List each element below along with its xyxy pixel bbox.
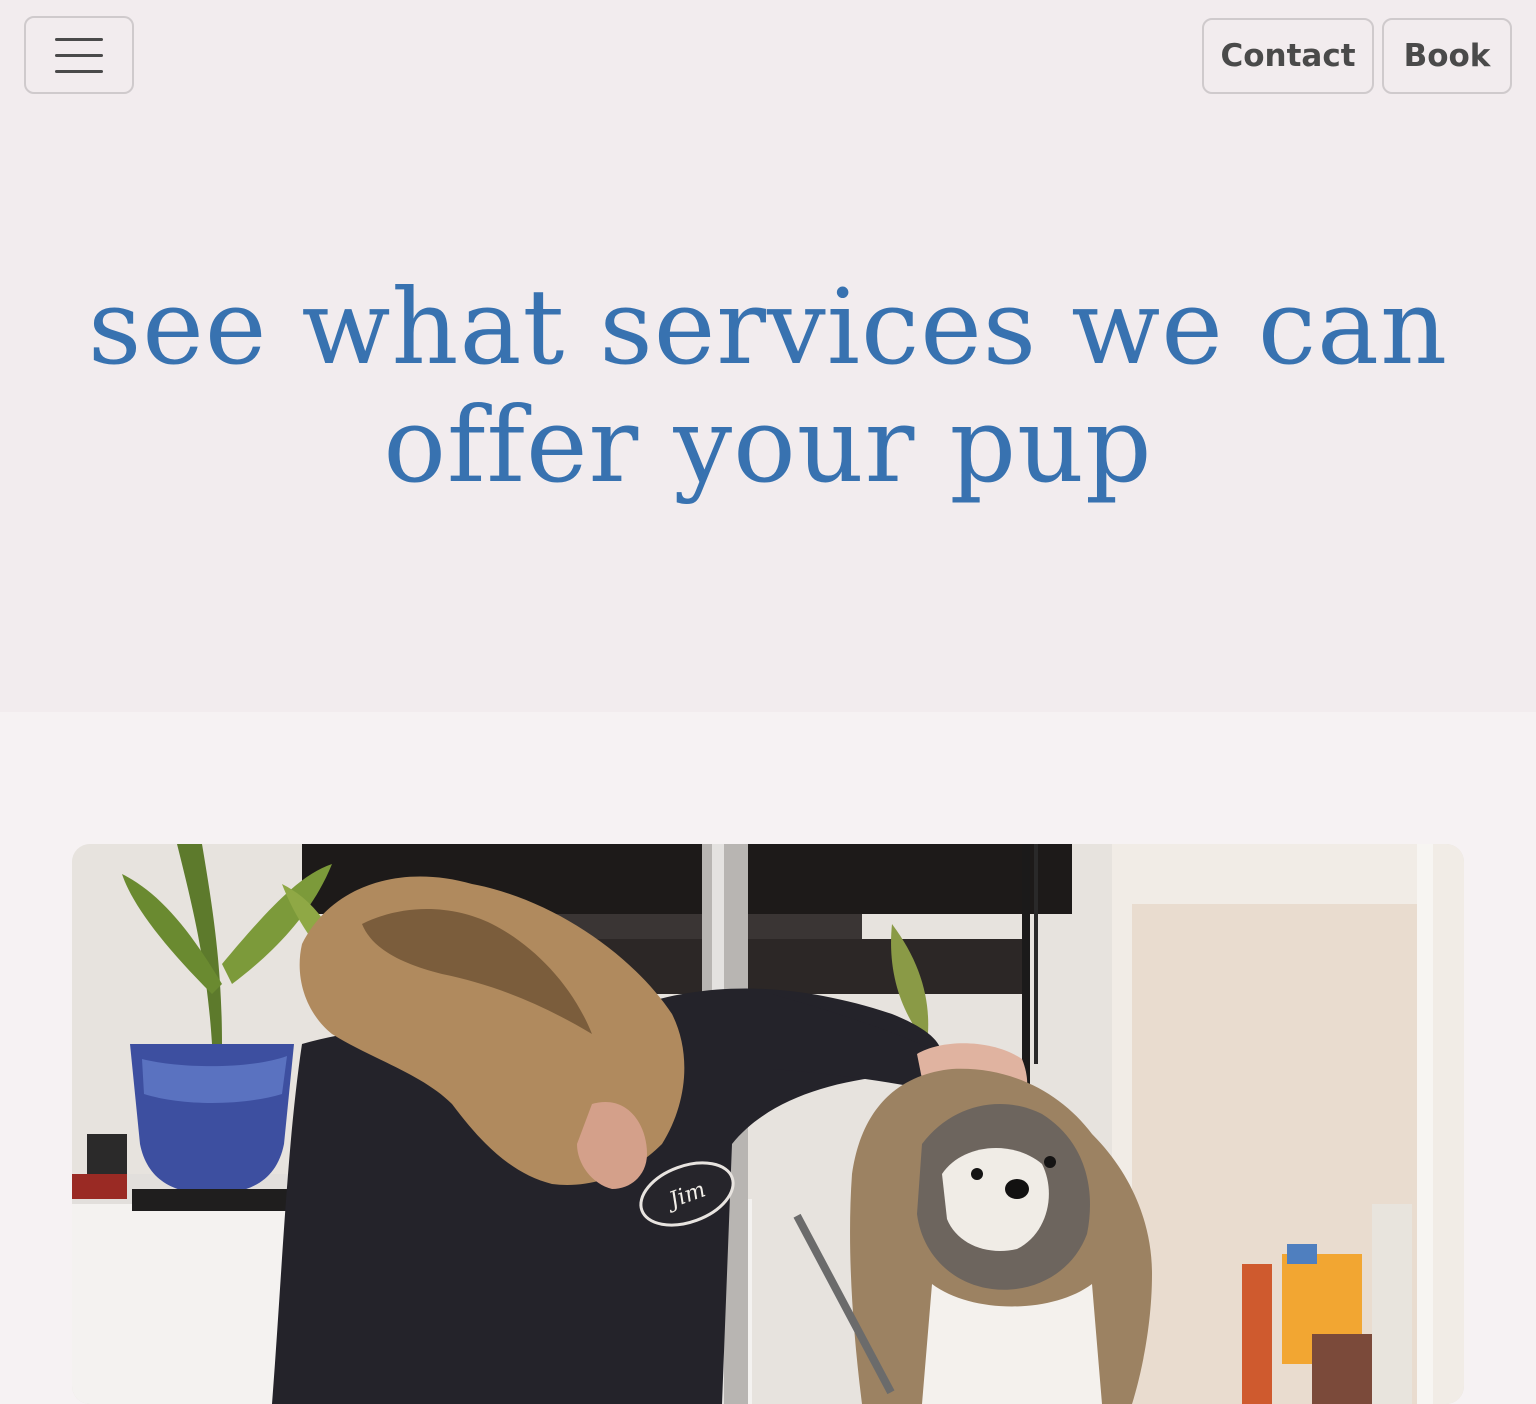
hamburger-menu-button[interactable] (24, 16, 134, 94)
hamburger-menu-icon (55, 69, 103, 73)
hero-section: Contact Book see what services we can of… (0, 0, 1536, 712)
contact-button[interactable]: Contact (1202, 18, 1374, 94)
hamburger-menu-icon (55, 37, 103, 41)
book-button[interactable]: Book (1382, 18, 1512, 94)
page-title: see what services we can offer your pup (87, 266, 1449, 506)
hamburger-menu-icon (55, 53, 103, 57)
grooming-photo: Jim UT (72, 844, 1464, 1404)
